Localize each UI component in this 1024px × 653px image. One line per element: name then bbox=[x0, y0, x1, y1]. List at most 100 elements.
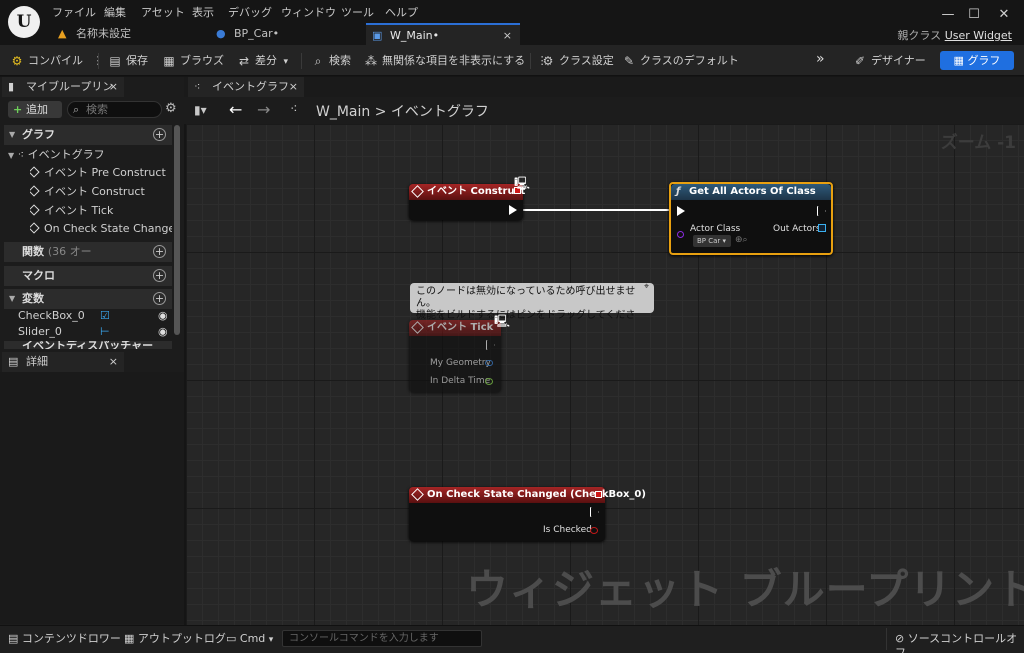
slider-type-icon: ⊢ bbox=[100, 325, 110, 338]
section-variables[interactable]: ▼ 変数 + bbox=[4, 289, 172, 309]
pin-icon[interactable]: ⌖ bbox=[644, 282, 649, 292]
doc-tab-label: 名称未設定 bbox=[76, 27, 131, 40]
exec-out-pin[interactable] bbox=[486, 340, 495, 350]
tree-item-event[interactable]: イベント Construct bbox=[30, 183, 174, 201]
add-button[interactable]: + 追加 bbox=[8, 101, 62, 118]
variable-row[interactable]: Slider_0 ⊢ ◉ bbox=[18, 323, 172, 341]
close-tab-icon[interactable]: × bbox=[109, 352, 118, 372]
add-macro-icon[interactable]: + bbox=[153, 269, 166, 282]
search-icon: ⌕ bbox=[73, 103, 80, 116]
event-graph-tab[interactable]: ⁖ イベントグラフ × bbox=[188, 77, 304, 97]
minimize-icon[interactable]: — bbox=[937, 6, 959, 24]
doc-tab-bp-car[interactable]: ● BP_Car• bbox=[210, 23, 360, 45]
forward-arrow-icon[interactable]: → bbox=[257, 100, 270, 119]
is-checked-pin-label: Is Checked bbox=[543, 525, 592, 535]
exec-out-pin[interactable] bbox=[590, 507, 599, 517]
tree-item-event[interactable]: イベント Tick bbox=[30, 202, 174, 220]
details-tab[interactable]: ▤ 詳細 × bbox=[2, 352, 124, 372]
section-graphs[interactable]: ▼ グラフ + bbox=[4, 125, 172, 145]
cmd-select[interactable]: ▭ Cmd ▾ bbox=[226, 632, 273, 646]
array-pin[interactable] bbox=[818, 224, 826, 232]
collapse-arrow-icon: ▼ bbox=[9, 130, 16, 139]
node-header: ƒ Get All Actors Of Class bbox=[671, 184, 831, 200]
menu-debug[interactable]: デバッグ bbox=[228, 4, 272, 20]
graph-watermark: ウィジェット ブループリント bbox=[466, 565, 1024, 614]
event-label: On Check State Changed (Chec bbox=[44, 222, 172, 235]
toolbar-divider bbox=[530, 53, 531, 69]
add-variable-icon[interactable]: + bbox=[153, 292, 166, 305]
section-functions[interactable]: 関数 (36 オー + bbox=[4, 242, 172, 262]
add-graph-icon[interactable]: + bbox=[153, 128, 166, 141]
exec-out-pin[interactable] bbox=[509, 205, 517, 215]
float-pin[interactable] bbox=[485, 378, 493, 385]
close-window-icon[interactable]: ✕ bbox=[993, 6, 1015, 24]
compile-button[interactable]: ⚙ コンパイル ⋮ bbox=[10, 51, 104, 71]
tree-item-event-graph[interactable]: ▼ ⁖ イベントグラフ bbox=[8, 146, 174, 164]
toolbar-divider bbox=[98, 53, 99, 69]
output-log-button[interactable]: ▦ アウトプットログ bbox=[124, 632, 226, 646]
delegate-pin[interactable] bbox=[595, 491, 602, 498]
doc-tab-w-main[interactable]: ▣ W_Main• × bbox=[366, 23, 520, 45]
my-blueprint-tab[interactable]: ▮ マイブループリント × bbox=[2, 77, 124, 113]
console-command-input[interactable]: コンソールコマンドを入力します bbox=[282, 630, 482, 647]
menu-edit[interactable]: 編集 bbox=[104, 4, 126, 20]
class-settings-button[interactable]: ⚙ クラス設定 bbox=[541, 51, 614, 71]
source-control-button[interactable]: ⊘ ソースコントロールオフ bbox=[895, 632, 1024, 653]
breadcrumb: W_Main > イベントグラフ bbox=[316, 101, 489, 121]
overflow-chevrons-icon[interactable]: » bbox=[816, 51, 825, 67]
status-divider bbox=[886, 628, 887, 650]
event-graph-tab-label: イベントグラフ bbox=[212, 80, 289, 93]
event-tick-node[interactable]: イベント Tick My Geometry In Delta Time bbox=[409, 320, 501, 392]
browse-asset-icon[interactable]: ⊕⌕ bbox=[735, 235, 748, 245]
menu-window[interactable]: ウィンドウ bbox=[281, 4, 336, 20]
event-construct-node[interactable]: イベント Construct bbox=[409, 184, 525, 220]
close-tab-icon[interactable]: × bbox=[289, 77, 298, 97]
class-pin[interactable] bbox=[677, 231, 684, 238]
menu-file[interactable]: ファイル bbox=[52, 4, 96, 20]
settings-gear-icon[interactable]: ⚙ bbox=[165, 101, 177, 116]
menu-help[interactable]: ヘルプ bbox=[385, 4, 418, 20]
exec-in-pin[interactable] bbox=[677, 206, 685, 216]
check-state-changed-node[interactable]: On Check State Changed (CheckBox_0) Is C… bbox=[409, 487, 646, 541]
back-arrow-icon[interactable]: ← bbox=[229, 100, 242, 119]
menu-view[interactable]: 表示 bbox=[192, 4, 214, 20]
menu-asset[interactable]: アセット bbox=[141, 4, 185, 20]
browse-button[interactable]: ▦ ブラウズ bbox=[162, 51, 224, 71]
section-dispatchers[interactable]: イベントディスパッチャー bbox=[4, 341, 172, 349]
maximize-icon[interactable]: ☐ bbox=[963, 6, 985, 24]
get-all-actors-node[interactable]: ƒ Get All Actors Of Class Actor Class Ou… bbox=[669, 182, 833, 255]
node-header: On Check State Changed (CheckBox_0) bbox=[409, 487, 646, 503]
exec-out-pin[interactable] bbox=[817, 206, 826, 216]
bool-pin[interactable] bbox=[590, 527, 598, 534]
blueprint-search-input[interactable]: ⌕ 検索 bbox=[67, 101, 162, 118]
tree-item-event[interactable]: On Check State Changed (Chec bbox=[30, 220, 172, 238]
diff-button[interactable]: ⇄ 差分 ▾ bbox=[237, 51, 288, 71]
panel-scrollbar[interactable] bbox=[174, 125, 180, 335]
blueprint-icon: ● bbox=[216, 27, 226, 40]
doc-tab-untitled[interactable]: ▲ 名称未設定 bbox=[52, 23, 192, 45]
node-title: イベント Tick bbox=[427, 322, 494, 333]
parent-class-link[interactable]: User Widget bbox=[945, 29, 1012, 42]
section-macros[interactable]: マクロ + bbox=[4, 266, 172, 286]
menu-tools[interactable]: ツール bbox=[341, 4, 374, 20]
graph-mode-button[interactable]: ▦ グラフ bbox=[940, 51, 1014, 70]
visibility-eye-icon[interactable]: ◉ bbox=[158, 323, 168, 341]
diff-icon: ⇄ bbox=[238, 54, 250, 68]
find-button[interactable]: ⌕ 検索 bbox=[311, 51, 351, 71]
hide-unrelated-button[interactable]: ⁂ 無関係な項目を非表示にする ⋮ bbox=[364, 51, 548, 71]
save-button[interactable]: ▤ 保存 bbox=[108, 51, 148, 71]
add-function-icon[interactable]: + bbox=[153, 245, 166, 258]
graph-canvas[interactable]: ズーム -1 ウィジェット ブループリント bbox=[186, 124, 1024, 625]
close-tab-icon[interactable]: × bbox=[503, 25, 512, 47]
bookmark-icon[interactable]: ▮▾ bbox=[194, 103, 207, 117]
breadcrumb-root[interactable]: W_Main bbox=[316, 104, 370, 120]
tree-item-event[interactable]: イベント Pre Construct bbox=[30, 164, 174, 182]
class-defaults-button[interactable]: ✎ クラスのデフォルト bbox=[622, 51, 739, 71]
close-tab-icon[interactable]: × bbox=[109, 77, 118, 97]
unreal-logo-icon[interactable]: U bbox=[8, 6, 40, 38]
actor-class-select[interactable]: BP Car ▾ bbox=[693, 235, 731, 247]
struct-pin[interactable] bbox=[485, 360, 493, 366]
designer-button[interactable]: ✐ デザイナー bbox=[853, 51, 926, 71]
find-icon: ⌕ bbox=[314, 54, 322, 68]
content-drawer-button[interactable]: ▤ コンテンツドロワー bbox=[8, 632, 121, 646]
